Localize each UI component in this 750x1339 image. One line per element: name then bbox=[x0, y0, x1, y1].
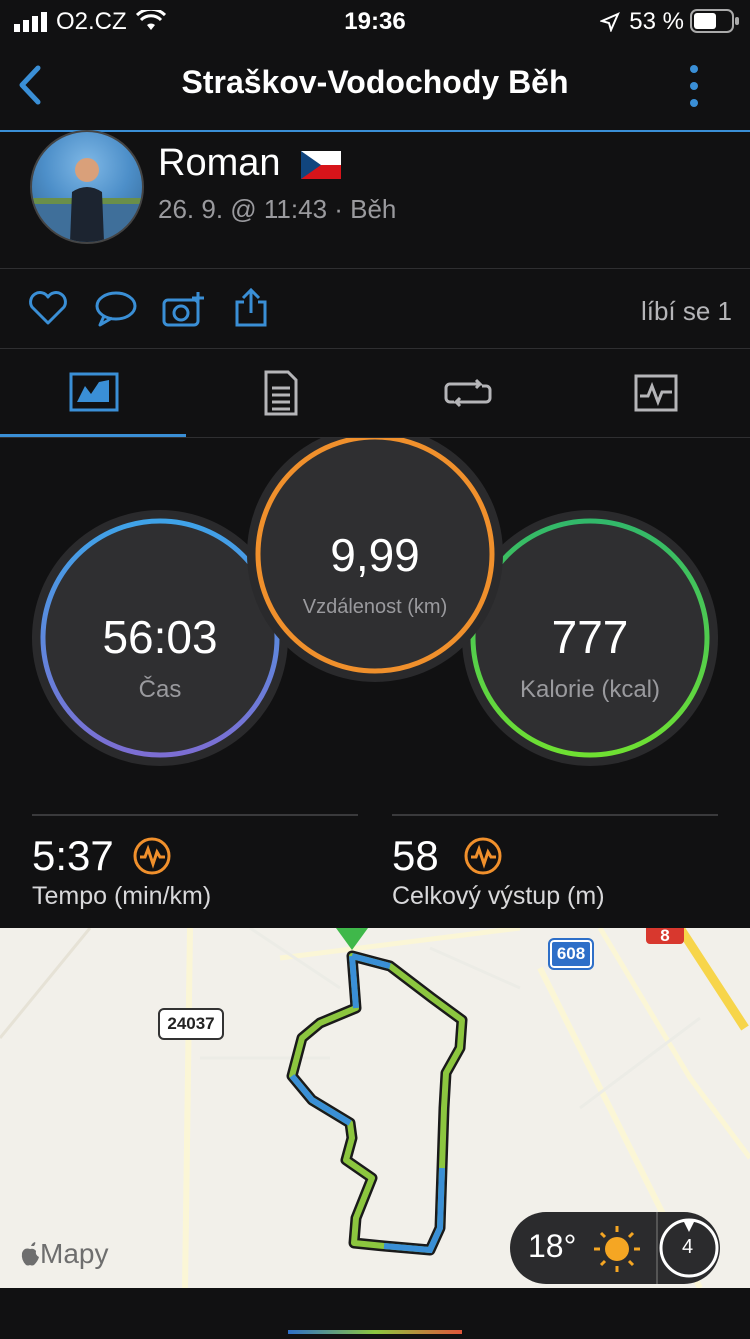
pace-info-icon[interactable] bbox=[132, 836, 172, 876]
activity-date-type: 26. 9. @ 11:43 · Běh bbox=[158, 194, 397, 224]
divider bbox=[392, 814, 718, 816]
distance-value: 9,99 bbox=[330, 529, 420, 581]
tab-charts[interactable] bbox=[562, 350, 750, 434]
tab-overview[interactable] bbox=[0, 350, 186, 434]
avatar[interactable] bbox=[30, 130, 144, 244]
likes-count[interactable]: líbí se 1 bbox=[641, 296, 732, 327]
user-name: Roman bbox=[158, 142, 342, 185]
temperature: 18° bbox=[528, 1228, 577, 1264]
distance-label: Vzdálenost (km) bbox=[302, 596, 448, 618]
charts-icon bbox=[634, 374, 678, 412]
page-title: Straškov-Vodochody Běh bbox=[181, 64, 569, 100]
road-label: 8 bbox=[646, 928, 684, 945]
overview-icon bbox=[69, 372, 119, 412]
like-heart-icon[interactable] bbox=[28, 290, 68, 326]
ascent-info-icon[interactable] bbox=[463, 836, 503, 876]
calories-value: 777 bbox=[551, 611, 629, 663]
divider bbox=[32, 814, 358, 816]
laps-icon bbox=[444, 378, 492, 408]
comment-icon[interactable] bbox=[94, 290, 138, 328]
battery-icon bbox=[690, 9, 739, 33]
tab-laps[interactable] bbox=[374, 350, 562, 434]
map-attribution: Mapy bbox=[20, 1238, 108, 1270]
road-label: 24037 bbox=[158, 1008, 224, 1040]
ascent-value: 58 bbox=[392, 832, 439, 879]
pace-label: Tempo (min/km) bbox=[32, 882, 212, 910]
ascent-label: Celkový výstup (m) bbox=[392, 882, 605, 910]
nav-header: Straškov-Vodochody Běh bbox=[0, 44, 750, 132]
time-value: 56:03 bbox=[102, 611, 218, 663]
wind-speed: 4 bbox=[682, 1236, 694, 1258]
ascent-stat: 58 Celkový výstup (m) bbox=[392, 832, 605, 911]
route-segment bbox=[383, 1167, 445, 1254]
status-bar: O2.CZ 19:36 53 % bbox=[0, 0, 750, 44]
details-icon bbox=[264, 370, 298, 416]
calories-label: Kalorie (kcal) bbox=[519, 676, 661, 703]
time-label: Čas bbox=[138, 676, 182, 703]
divider bbox=[0, 268, 750, 269]
apple-logo-icon bbox=[21, 1242, 39, 1266]
tab-details[interactable] bbox=[186, 350, 374, 434]
battery-percent: 53 % bbox=[629, 8, 684, 35]
share-icon[interactable] bbox=[234, 288, 268, 328]
route-segment bbox=[349, 955, 359, 1009]
more-options-icon[interactable] bbox=[686, 64, 702, 110]
legend-gradient bbox=[288, 1330, 462, 1334]
pace-value: 5:37 bbox=[32, 832, 114, 879]
avatar-photo bbox=[32, 158, 142, 242]
weather-widget[interactable]: 18° 4 bbox=[510, 1212, 720, 1284]
road-label: 608 bbox=[548, 938, 594, 970]
add-photo-icon[interactable] bbox=[162, 290, 208, 328]
divider bbox=[0, 348, 750, 349]
location-arrow-icon bbox=[600, 12, 620, 32]
czech-flag-icon bbox=[301, 150, 342, 179]
pace-stat: 5:37 Tempo (min/km) bbox=[32, 832, 211, 911]
pace-legend bbox=[0, 1288, 750, 1334]
sun-icon bbox=[594, 1226, 640, 1272]
